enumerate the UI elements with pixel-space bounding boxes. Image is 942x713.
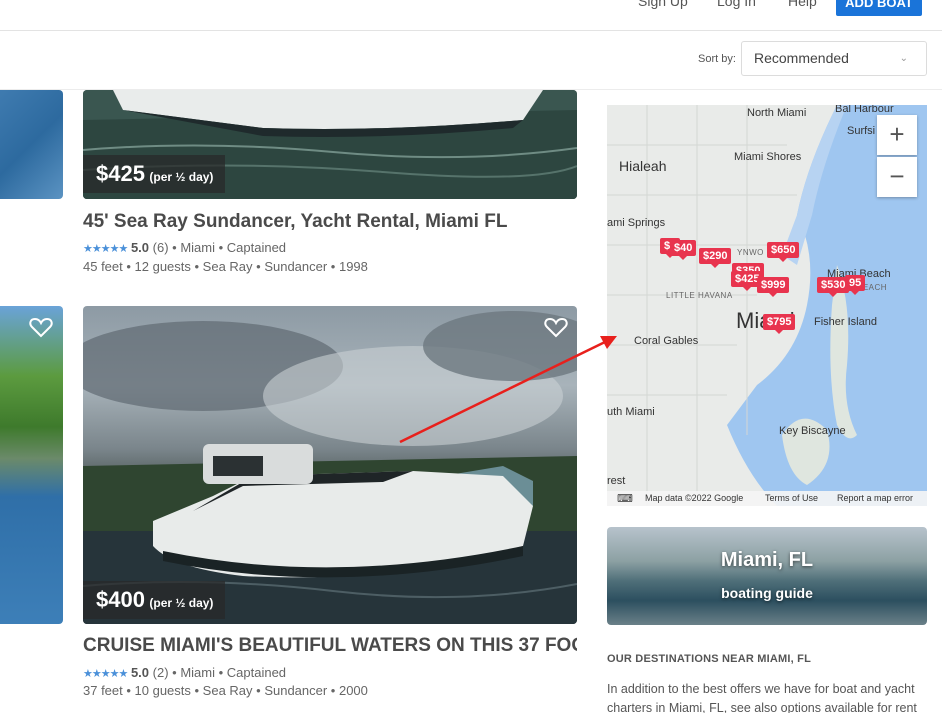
price-unit: (per ½ day) <box>149 170 214 184</box>
listing-image-partial[interactable] <box>0 90 63 199</box>
price-pin[interactable]: $40 <box>670 240 697 260</box>
map-label: Coral Gables <box>634 335 699 347</box>
map-label: Hialeah <box>619 158 667 174</box>
zoom-out-button[interactable]: − <box>877 157 917 197</box>
price-pin[interactable]: 95 <box>845 275 866 295</box>
price-tag: $425 (per ½ day) <box>83 155 226 193</box>
listing-title[interactable]: 45' Sea Ray Sundancer, Yacht Rental, Mia… <box>83 211 577 233</box>
heart-icon[interactable] <box>29 316 53 338</box>
map-label: Fisher Island <box>814 316 877 328</box>
rating-value: 5.0 <box>130 240 150 255</box>
keyboard-icon[interactable]: ⌨ <box>617 492 633 505</box>
login-link[interactable]: Log In <box>717 0 756 9</box>
map-label: ami Springs <box>607 217 666 229</box>
price-pin[interactable]: $650 <box>767 242 800 262</box>
help-link[interactable]: Help <box>788 0 817 9</box>
map-label: Surfsi <box>847 125 876 137</box>
listing-location: • Miami • Captained <box>172 665 287 680</box>
map-label: Miami Shores <box>734 151 802 163</box>
price-amount: $425 <box>96 161 145 186</box>
listing-specs: 37 feet • 10 guests • Sea Ray • Sundance… <box>83 683 368 698</box>
star-rating-icon: ★★★★★ <box>83 243 128 255</box>
listing-rating-row: ★★★★★ 5.0 (2) • Miami • Captained <box>83 665 286 680</box>
review-count: (2) <box>152 665 169 680</box>
map-label: YNWO <box>737 248 764 257</box>
map-label: North Miami <box>747 107 807 119</box>
destinations-text: In addition to the best offers we have f… <box>607 682 917 713</box>
guide-subtitle: boating guide <box>721 585 813 601</box>
star-rating-icon: ★★★★★ <box>83 668 128 680</box>
add-boat-button[interactable]: ADD BOAT <box>836 0 922 16</box>
price-tag: $400 (per ½ day) <box>83 581 226 619</box>
price-pin[interactable]: $999 <box>757 277 790 297</box>
map-label: LITTLE HAVANA <box>666 291 733 300</box>
listing-rating-row: ★★★★★ 5.0 (6) • Miami • Captained <box>83 240 286 255</box>
sort-label: Sort by: <box>698 53 736 65</box>
top-nav: Sign Up Log In Help ADD BOAT <box>0 0 942 31</box>
listing-title[interactable]: CRUISE MIAMI'S BEAUTIFUL WATERS ON THIS … <box>83 635 577 657</box>
listing-image[interactable]: $425 (per ½ day) <box>83 90 577 199</box>
price-pin[interactable]: $290 <box>699 248 732 268</box>
review-count: (6) <box>152 240 169 255</box>
terms-link[interactable]: Terms of Use <box>765 493 818 503</box>
signup-link[interactable]: Sign Up <box>638 0 688 9</box>
map-data-credit: Map data ©2022 Google <box>645 493 744 503</box>
destinations-heading: OUR DESTINATIONS NEAR MIAMI, FL <box>607 653 811 665</box>
annotation-arrow-icon <box>399 336 617 444</box>
map-label: Bal Harbour <box>835 105 894 115</box>
map-label: rest <box>607 475 626 487</box>
city-guide-card[interactable]: Miami, FL boating guide <box>607 527 927 625</box>
guide-title: Miami, FL <box>720 549 814 571</box>
chevron-down-icon: ⌄ <box>899 53 908 64</box>
price-unit: (per ½ day) <box>149 596 214 610</box>
price-amount: $400 <box>96 587 145 612</box>
listing-specs: 45 feet • 12 guests • Sea Ray • Sundance… <box>83 259 368 274</box>
rating-value: 5.0 <box>130 665 150 680</box>
listing-location: • Miami • Captained <box>172 240 287 255</box>
sort-value: Recommended <box>754 50 849 66</box>
zoom-in-button[interactable]: + <box>877 115 917 155</box>
report-map-error-link[interactable]: Report a map error <box>837 493 913 503</box>
listing-image-partial[interactable] <box>0 306 63 624</box>
sort-select[interactable]: Recommended ⌄ <box>741 41 927 76</box>
map-footer: ⌨ Map data ©2022 Google Terms of Use Rep… <box>607 491 927 506</box>
price-pin[interactable]: $795 <box>763 314 796 334</box>
map-label: Key Biscayne <box>779 425 846 437</box>
